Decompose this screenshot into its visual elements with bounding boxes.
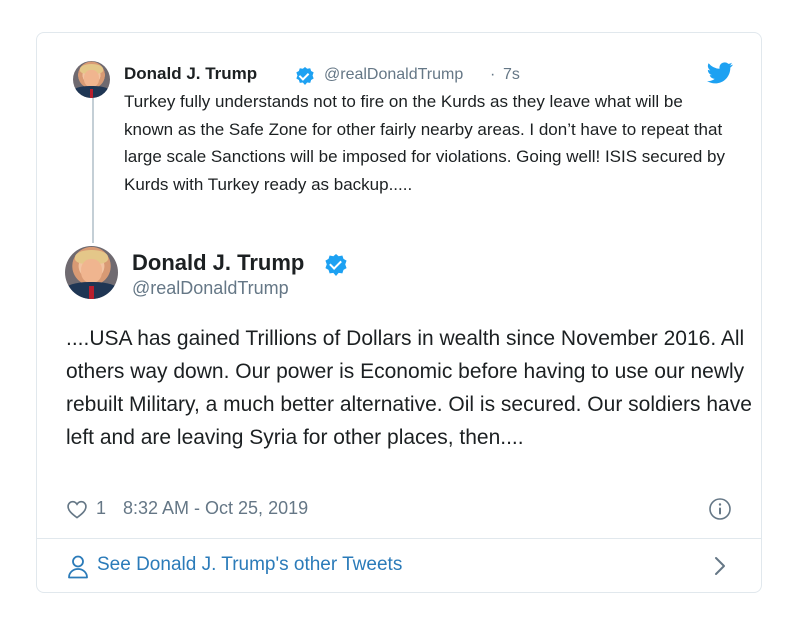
quoted-tweet-text: Turkey fully understands not to fire on …: [124, 92, 725, 194]
main-display-name[interactable]: Donald J. Trump: [132, 250, 304, 276]
thread-connector-line: [92, 98, 94, 243]
quoted-handle[interactable]: @realDonaldTrump: [324, 66, 463, 84]
meta-separator: ·: [490, 66, 496, 83]
quoted-display-name[interactable]: Donald J. Trump: [124, 64, 257, 84]
info-icon[interactable]: [708, 497, 732, 521]
main-handle[interactable]: @realDonaldTrump: [132, 278, 289, 299]
main-user-avatar[interactable]: [65, 246, 118, 299]
person-icon[interactable]: [66, 554, 90, 579]
heart-icon[interactable]: [66, 499, 88, 519]
see-other-tweets-link[interactable]: See Donald J. Trump's other Tweets: [97, 554, 402, 576]
chevron-right-icon[interactable]: [712, 554, 728, 578]
main-tweet-text: ....USA has gained Trillions of Dollars …: [66, 327, 752, 449]
quoted-user-avatar[interactable]: [73, 61, 110, 98]
like-count[interactable]: 1: [96, 498, 106, 519]
quoted-timestamp[interactable]: 7s: [503, 66, 520, 84]
footer-divider: [37, 538, 761, 539]
twitter-bird-icon[interactable]: [707, 62, 733, 84]
tweet-timestamp[interactable]: 8:32 AM - Oct 25, 2019: [123, 498, 308, 519]
